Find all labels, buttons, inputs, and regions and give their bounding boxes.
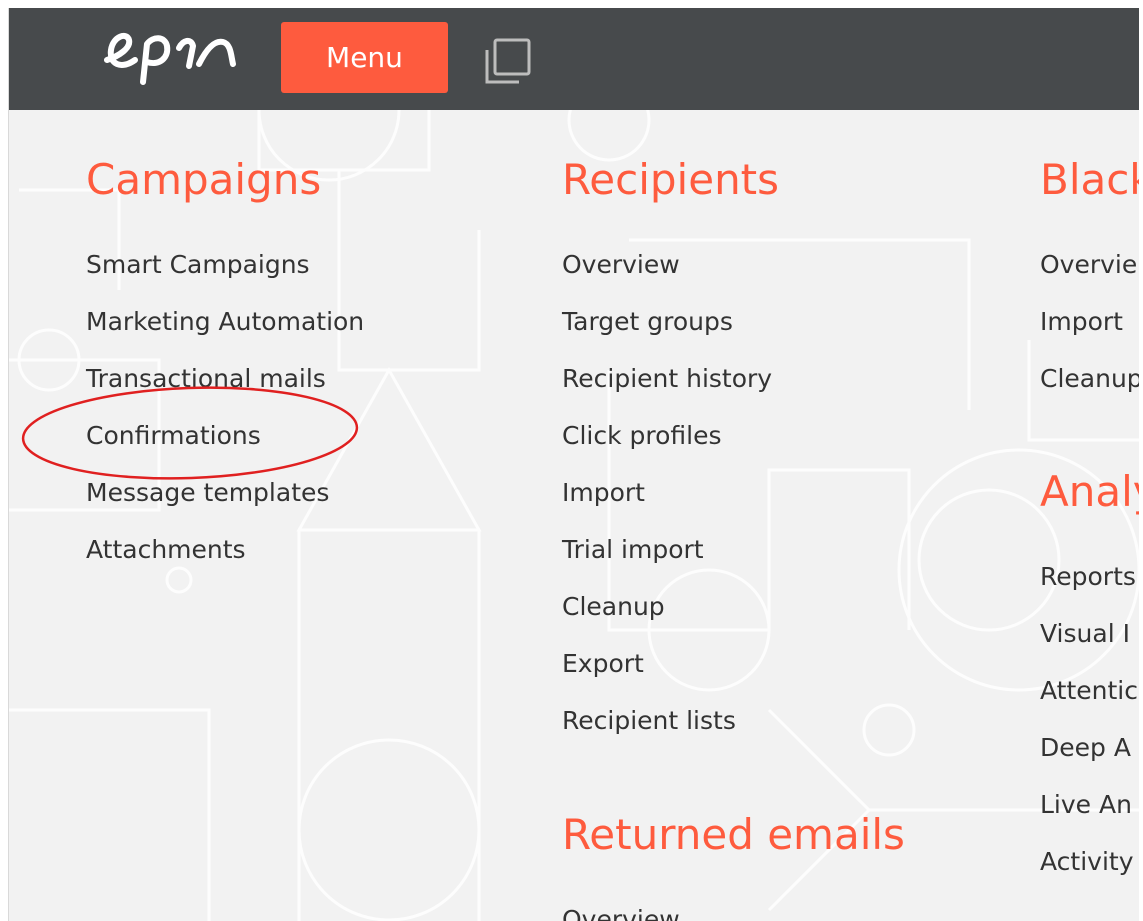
menu-link-trial-import[interactable]: Trial import [562,521,779,578]
menu-link-transactional-mails[interactable]: Transactional mails [86,350,364,407]
menu-link-activity[interactable]: Activity [1040,833,1139,890]
blacklist-section: Black Overvie Import Cleanup [1040,154,1139,407]
blacklist-heading: Black [1040,155,1139,204]
app-frame: Menu Campaigns Smart Campaigns Marketing… [8,8,1139,921]
menu-link-deep-analytics[interactable]: Deep A [1040,719,1139,776]
blacklist-list: Overvie Import Cleanup [1040,236,1139,407]
campaigns-list: Smart Campaigns Marketing Automation Tra… [86,236,364,578]
menu-link-export[interactable]: Export [562,635,779,692]
epi-logo-icon[interactable] [103,26,239,88]
windows-stack-icon[interactable] [483,36,533,86]
menu-link-recipients-overview[interactable]: Overview [562,236,779,293]
returned-emails-section: Returned emails Overview [562,809,905,921]
analytics-heading: Analy [1040,467,1139,516]
menu-link-blacklist-overview[interactable]: Overvie [1040,236,1139,293]
returned-emails-heading: Returned emails [562,810,905,859]
top-navigation-bar: Menu [9,8,1139,110]
menu-link-confirmations[interactable]: Confirmations [86,407,364,464]
menu-link-live-analytics[interactable]: Live An [1040,776,1139,833]
menu-link-recipient-history[interactable]: Recipient history [562,350,779,407]
recipients-heading: Recipients [562,155,780,204]
menu-link-reports[interactable]: Reports [1040,548,1139,605]
menu-link-click-profiles[interactable]: Click profiles [562,407,779,464]
menu-link-recipients-cleanup[interactable]: Cleanup [562,578,779,635]
menu-link-visual[interactable]: Visual I [1040,605,1139,662]
recipients-section: Recipients Overview Target groups Recipi… [562,154,779,749]
menu-link-blacklist-cleanup[interactable]: Cleanup [1040,350,1139,407]
menu-link-blacklist-import[interactable]: Import [1040,293,1139,350]
menu-link-recipient-lists[interactable]: Recipient lists [562,692,779,749]
analytics-section: Analy Reports Visual I Attentic Deep A L… [1040,466,1139,890]
menu-link-attention[interactable]: Attentic [1040,662,1139,719]
campaigns-section: Campaigns Smart Campaigns Marketing Auto… [86,154,364,578]
menu-button[interactable]: Menu [281,22,448,93]
recipients-list: Overview Target groups Recipient history… [562,236,779,749]
campaigns-heading: Campaigns [86,155,322,204]
menu-link-target-groups[interactable]: Target groups [562,293,779,350]
menu-link-recipients-import[interactable]: Import [562,464,779,521]
menu-link-message-templates[interactable]: Message templates [86,464,364,521]
menu-link-smart-campaigns[interactable]: Smart Campaigns [86,236,364,293]
menu-link-returned-emails-overview[interactable]: Overview [562,891,905,921]
returned-emails-list: Overview [562,891,905,921]
analytics-list: Reports Visual I Attentic Deep A Live An… [1040,548,1139,890]
menu-link-marketing-automation[interactable]: Marketing Automation [86,293,364,350]
menu-link-attachments[interactable]: Attachments [86,521,364,578]
